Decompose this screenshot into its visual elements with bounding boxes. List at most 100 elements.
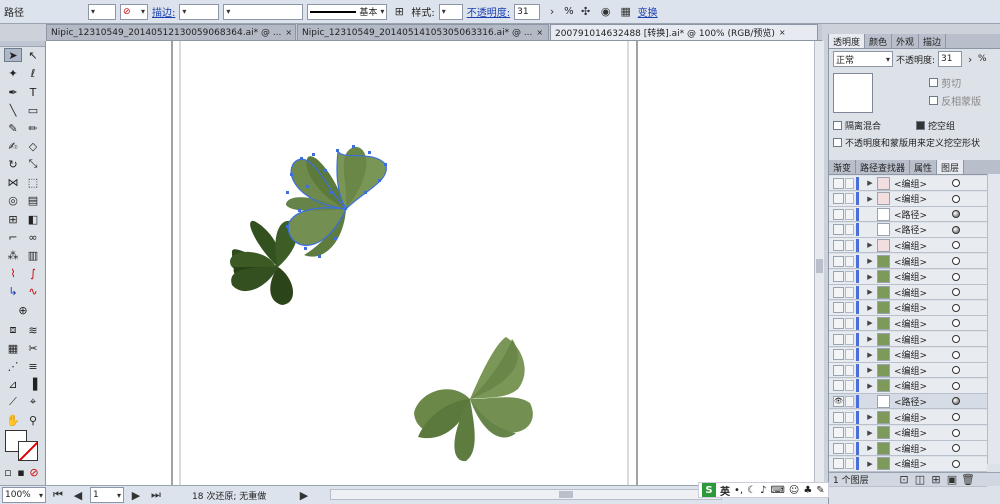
expand-triangle-icon[interactable]: ▶ [865,195,875,203]
ime-mic-icon[interactable]: ♪ [760,485,766,496]
isolate-icon[interactable]: ◉ [598,4,614,20]
blend-tool-icon[interactable]: ∞ [24,230,42,244]
layer-name[interactable]: <编组> [894,239,938,252]
make-clipping-mask-icon[interactable]: ◫ [915,472,925,488]
layer-name[interactable]: <路径> [894,208,938,221]
zoom-dropdown[interactable]: 100% [2,487,46,503]
lock-toggle[interactable] [845,427,854,439]
target-circle-icon[interactable] [952,335,960,343]
blend-mode-dropdown[interactable]: 正常 [833,51,893,67]
pen-tool-icon[interactable]: ✒ [4,85,22,99]
scale-tool-icon[interactable]: ⤡ [24,157,42,171]
lock-toggle[interactable] [845,364,854,376]
layer-name[interactable]: <编组> [894,348,938,361]
vertical-scroll-thumb[interactable] [816,259,823,273]
expand-triangle-icon[interactable]: ▶ [865,273,875,281]
layer-row[interactable]: ▶ <编组> [829,238,987,254]
gradient-tool-icon[interactable]: ◧ [24,212,42,226]
locate-object-icon[interactable]: ⊡ [899,472,909,488]
layer-name[interactable]: <编组> [894,333,938,346]
tab-gradient[interactable]: 渐变 [829,160,857,174]
layer-name[interactable]: <编组> [894,301,938,314]
lock-toggle[interactable] [845,193,854,205]
layer-name[interactable]: <编组> [894,442,938,455]
knockout-group-checkbox[interactable] [916,121,925,130]
layer-row[interactable]: ▶ <编组> [829,254,987,269]
stroke-color-swatch[interactable] [18,441,38,461]
lock-toggle[interactable] [845,286,854,298]
target-circle-icon[interactable] [952,194,960,203]
lock-toggle[interactable] [845,333,854,345]
magic-wand-tool-icon[interactable]: ✦ [4,66,22,80]
layer-row[interactable]: 👁 <路径> [829,394,987,410]
lock-toggle[interactable] [845,224,854,236]
knife-tool-icon[interactable]: ⟋ [4,395,22,409]
transform-link[interactable]: 变换 [638,4,658,19]
blob-brush-tool-icon[interactable]: ✍ [4,139,22,153]
layer-row[interactable]: ▶ <编组> [829,191,987,207]
target-circle-icon[interactable] [952,459,960,468]
layer-name[interactable]: <路径> [894,395,938,408]
visibility-eye-icon[interactable]: 👁 [833,395,844,407]
lock-toggle[interactable] [845,380,854,392]
target-circle-icon[interactable] [952,303,960,312]
expand-triangle-icon[interactable]: ▶ [865,444,875,452]
doc-tab-3[interactable]: 20079101463248​8 [转换].ai* @ 100% (RGB/预览… [550,24,818,40]
target-circle-icon[interactable] [952,319,960,328]
canvas-area[interactable] [46,41,814,485]
lock-toggle[interactable] [845,255,854,267]
lock-toggle[interactable] [845,208,854,220]
warp-tool-icon[interactable]: ≋ [24,323,42,337]
live-paint-tool-icon[interactable]: ⋰ [4,359,22,373]
ime-settings-icon[interactable]: ✎ [816,485,824,496]
zoom-tool-icon[interactable]: ⚲ [24,413,42,427]
layer-row[interactable]: ▶ <编组> [829,269,987,285]
lock-toggle[interactable] [845,317,854,329]
layer-name[interactable]: <编组> [894,411,938,424]
visibility-eye-icon[interactable] [833,364,844,376]
stroke-link[interactable]: 描边: [152,4,175,19]
layer-row[interactable]: ▶ <编组> [829,441,987,457]
clip-option[interactable]: 剪切 [929,75,981,90]
layer-name[interactable]: <路径> [894,223,938,236]
tab-attributes[interactable]: 属性 [910,160,938,174]
visibility-eye-icon[interactable] [833,224,844,236]
clip-checkbox[interactable] [929,78,938,87]
new-sublayer-icon[interactable]: ⊞ [931,472,941,488]
bar-tool-icon[interactable]: ▐ [24,377,42,391]
shaper-tool-icon[interactable]: ⌇ [4,266,22,280]
style-dropdown[interactable] [438,3,463,20]
target-circle-icon[interactable] [952,413,960,421]
toolbox-grip[interactable] [0,41,45,47]
smooth-tool-icon[interactable]: ∿ [24,284,42,298]
layer-row[interactable]: ▶ <编组> [829,456,987,472]
object-thumbnail[interactable] [833,73,873,113]
layer-name[interactable]: <编组> [894,255,938,268]
visibility-eye-icon[interactable] [833,427,844,439]
direct-selection-tool-icon[interactable]: ↖ [24,48,42,62]
pencil-tool-icon[interactable]: ✏ [24,121,42,135]
close-icon[interactable]: × [285,28,292,37]
target-circle-icon[interactable] [952,179,960,187]
lock-toggle[interactable] [845,239,854,251]
puppet-warp-tool-icon[interactable]: ⊕ [14,303,32,317]
layer-row[interactable]: ▶ <编组> [829,378,987,394]
layer-row[interactable]: ▶ <编组> [829,300,987,316]
horizontal-scroll-thumb[interactable] [559,491,573,498]
expand-triangle-icon[interactable]: ▶ [865,304,875,312]
column-graph-tool-icon[interactable]: ▥ [24,248,42,262]
width-tool-icon[interactable]: ⋈ [4,175,22,189]
target-circle-icon[interactable] [952,381,960,390]
none-mode-icon[interactable]: ⊘ [28,465,40,479]
visibility-eye-icon[interactable] [833,380,844,392]
stroke-swatch[interactable]: ⊘ [120,3,148,20]
brush-profile-dropdown[interactable]: 基本 [307,3,388,20]
layer-row[interactable]: <路径> [829,207,987,223]
target-circle-icon[interactable] [952,350,960,359]
visibility-eye-icon[interactable] [833,333,844,345]
target-circle-icon[interactable] [952,288,960,297]
layer-name[interactable]: <编组> [894,286,938,299]
vertical-scrollbar[interactable] [814,41,824,485]
visibility-eye-icon[interactable] [833,239,844,251]
doc-tab-2[interactable]: Nipic_12310549_20140514105305063316.ai* … [297,24,549,40]
